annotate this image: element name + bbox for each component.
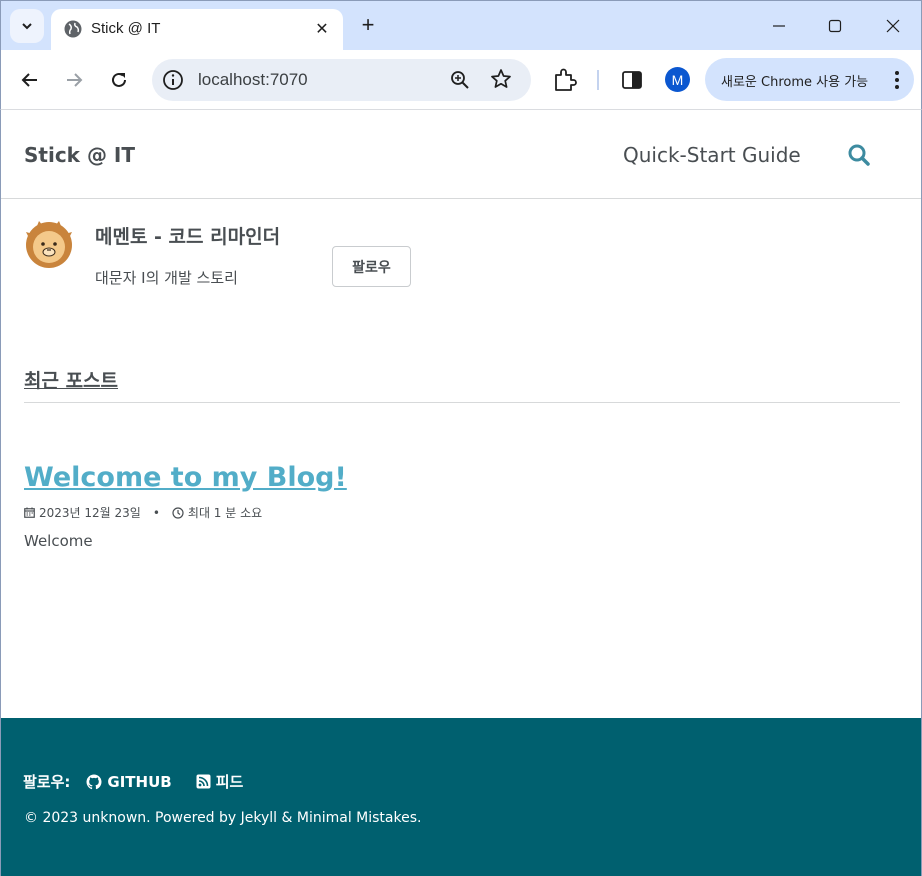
close-icon[interactable]: ✕	[311, 17, 333, 39]
zoom-icon[interactable]	[450, 70, 470, 90]
nav-link-quick-start[interactable]: Quick-Start Guide	[623, 143, 801, 167]
feed-label: 피드	[215, 773, 244, 791]
calendar-icon	[24, 507, 35, 518]
author-bio: 대문자 I의 개발 스토리	[95, 269, 238, 287]
site-masthead: Stick @ IT Quick-Start Guide	[1, 110, 921, 199]
site-title[interactable]: Stick @ IT	[24, 143, 135, 167]
address-bar[interactable]: localhost:7070	[152, 59, 531, 101]
site-footer: 팔로우: GITHUB 피드 © 2023 unknown. Powered b…	[1, 718, 921, 876]
meta-separator: •	[152, 505, 160, 520]
post-meta: 2023년 12월 23일 • 최대 1 분 소요	[24, 504, 262, 521]
footer-follow: 팔로우: GITHUB 피드	[23, 771, 243, 792]
toolbar-separator	[597, 70, 599, 90]
tab-title: Stick @ IT	[91, 20, 161, 37]
post-date: 2023년 12월 23일	[39, 506, 141, 520]
minimize-icon[interactable]	[759, 11, 799, 41]
author-avatar	[26, 221, 72, 268]
url-text: localhost:7070	[198, 70, 308, 89]
tab-search-icon	[22, 23, 32, 30]
browser-tab[interactable]: Stick @ IT ✕	[51, 9, 343, 51]
post-title-link[interactable]: Welcome to my Blog!	[24, 462, 347, 493]
footer-link-github[interactable]: GITHUB	[86, 772, 172, 791]
site-info-icon[interactable]	[162, 69, 184, 91]
profile-avatar[interactable]: M	[665, 67, 690, 92]
page-content: Stick @ IT Quick-Start Guide 메멘토 - 코드 리마…	[0, 110, 922, 876]
maximize-icon[interactable]	[815, 11, 855, 41]
footer-follow-label: 팔로우:	[23, 773, 71, 791]
follow-button[interactable]: 팔로우	[332, 246, 411, 287]
more-vert-icon	[895, 71, 899, 89]
side-panel-icon[interactable]	[621, 69, 643, 91]
heading-divider	[24, 402, 900, 403]
new-tab-icon[interactable]: +	[356, 13, 380, 37]
window-close-icon[interactable]	[873, 11, 913, 41]
globe-icon	[64, 20, 82, 38]
reload-icon[interactable]	[104, 65, 134, 95]
bookmark-star-icon[interactable]	[490, 68, 512, 90]
tab-search-button[interactable]	[10, 9, 44, 43]
back-icon[interactable]	[15, 65, 45, 95]
post-read-time: 최대 1 분 소요	[187, 506, 263, 520]
recent-posts-heading: 최근 포스트	[24, 370, 119, 392]
post-excerpt: Welcome	[24, 532, 93, 550]
chrome-update-button[interactable]: 새로운 Chrome 사용 가능	[705, 58, 914, 101]
extensions-icon[interactable]	[551, 67, 577, 93]
footer-link-feed[interactable]: 피드	[196, 771, 244, 792]
browser-tabbar: Stick @ IT ✕ +	[0, 0, 922, 51]
rss-icon	[196, 774, 211, 789]
footer-copyright: © 2023 unknown. Powered by Jekyll & Mini…	[24, 810, 422, 826]
search-icon[interactable]	[847, 143, 871, 167]
github-icon	[86, 774, 102, 789]
github-label: GITHUB	[107, 772, 172, 791]
author-name: 메멘토 - 코드 리마인더	[95, 226, 281, 248]
forward-icon[interactable]	[59, 65, 89, 95]
clock-icon	[172, 506, 184, 519]
update-label: 새로운 Chrome 사용 가능	[721, 75, 869, 90]
browser-toolbar: localhost:7070 M 새로운 Chrome 사용 가능	[0, 50, 922, 110]
